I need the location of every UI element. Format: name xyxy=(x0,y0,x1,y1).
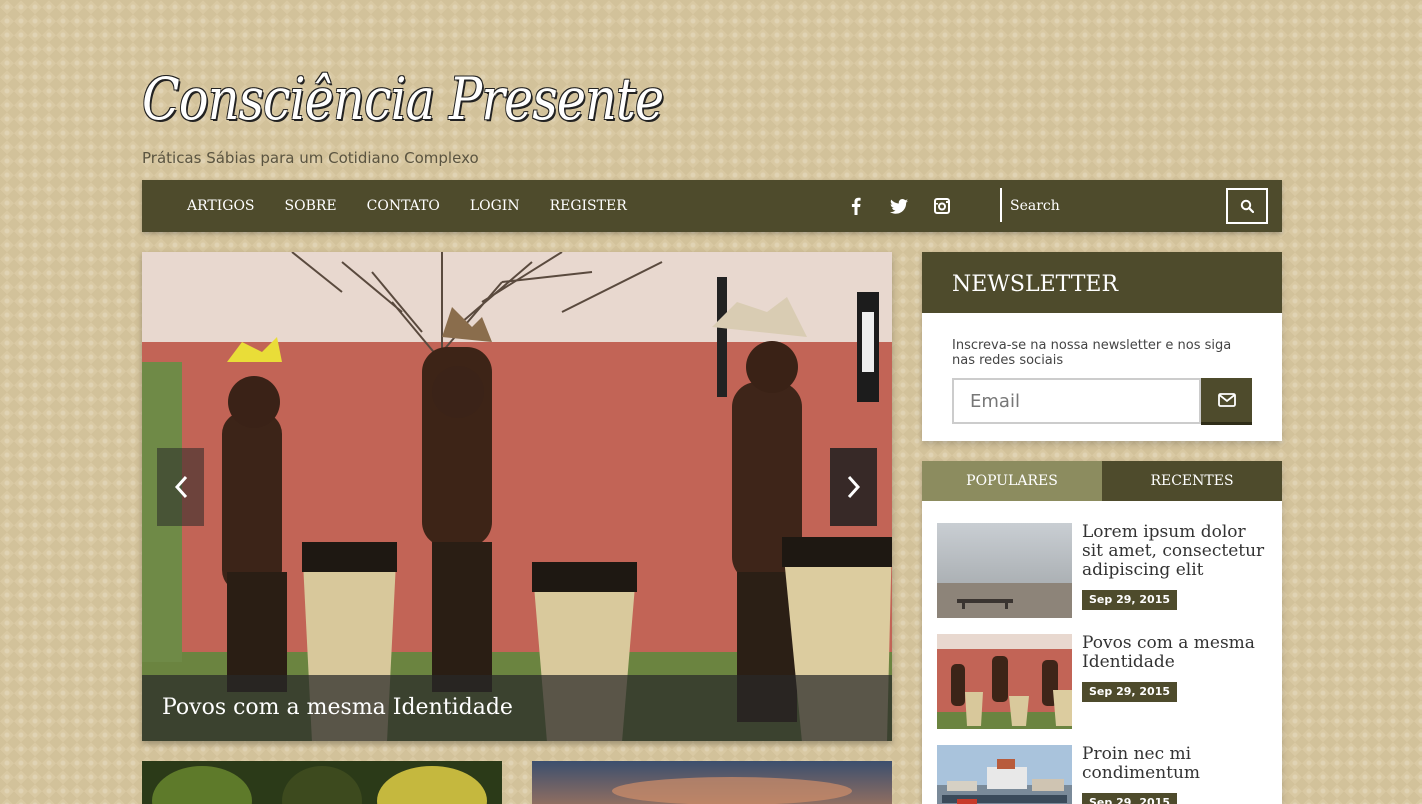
newsletter-heading: NEWSLETTER xyxy=(922,252,1282,313)
facebook-icon[interactable] xyxy=(845,195,867,217)
sidebar: NEWSLETTER Inscreva-se na nossa newslett… xyxy=(922,252,1282,804)
envelope-icon xyxy=(1217,393,1236,407)
hero-image xyxy=(142,252,892,741)
nav-artigos[interactable]: ARTIGOS xyxy=(187,198,255,214)
nav-login[interactable]: LOGIN xyxy=(470,198,520,214)
post-thumbnail-3[interactable] xyxy=(937,745,1072,804)
main-navbar: ARTIGOS SOBRE CONTATO LOGIN REGISTER xyxy=(142,180,1282,232)
post-list: Lorem ipsum dolor sit amet, consectetur … xyxy=(922,501,1282,804)
subscribe-button[interactable] xyxy=(1201,378,1252,425)
article-thumb-2[interactable] xyxy=(532,761,892,804)
search-icon xyxy=(1240,199,1254,213)
nav-register[interactable]: REGISTER xyxy=(550,198,627,214)
site-tagline: Práticas Sábias para um Cotidiano Comple… xyxy=(142,149,479,167)
posts-tabs-widget: POPULARES RECENTES Lorem ipsum dolor sit… xyxy=(922,461,1282,804)
list-item: Povos com a mesma Identidade Sep 29, 201… xyxy=(937,634,1267,729)
newsletter-form xyxy=(952,378,1252,425)
twitter-icon[interactable] xyxy=(888,195,910,217)
newsletter-widget: NEWSLETTER Inscreva-se na nossa newslett… xyxy=(922,252,1282,441)
hero-caption[interactable]: Povos com a mesma Identidade xyxy=(142,675,892,741)
article-image-2 xyxy=(532,761,892,804)
chevron-left-icon xyxy=(174,475,187,499)
hero-slider[interactable]: Povos com a mesma Identidade xyxy=(142,252,892,741)
post-thumbnail-1[interactable] xyxy=(937,523,1072,618)
post-date: Sep 29, 2015 xyxy=(1082,793,1178,804)
nav-contato[interactable]: CONTATO xyxy=(367,198,440,214)
slider-prev-button[interactable] xyxy=(157,448,204,526)
post-title[interactable]: Povos com a mesma Identidade xyxy=(1082,634,1267,672)
slider-next-button[interactable] xyxy=(830,448,877,526)
page-wrapper: Consciência Presente Práticas Sábias par… xyxy=(142,0,1282,804)
post-date: Sep 29, 2015 xyxy=(1082,590,1178,610)
list-item: Lorem ipsum dolor sit amet, consectetur … xyxy=(937,523,1267,618)
site-logo[interactable]: Consciência Presente xyxy=(142,58,664,140)
article-image-1 xyxy=(142,761,502,804)
tab-recentes[interactable]: RECENTES xyxy=(1102,461,1282,501)
email-field[interactable] xyxy=(952,378,1201,424)
post-title[interactable]: Proin nec mi condimentum xyxy=(1082,745,1267,783)
instagram-icon[interactable] xyxy=(931,195,953,217)
list-item: Proin nec mi condimentum Sep 29, 2015 xyxy=(937,745,1267,804)
post-thumbnail-2[interactable] xyxy=(937,634,1072,729)
tab-bar: POPULARES RECENTES xyxy=(922,461,1282,501)
newsletter-text: Inscreva-se na nossa newsletter e nos si… xyxy=(952,338,1232,368)
chevron-right-icon xyxy=(847,475,860,499)
search-button[interactable] xyxy=(1226,188,1268,224)
nav-menu: ARTIGOS SOBRE CONTATO LOGIN REGISTER xyxy=(187,180,657,232)
nav-divider xyxy=(1000,188,1002,222)
nav-sobre[interactable]: SOBRE xyxy=(285,198,337,214)
post-title[interactable]: Lorem ipsum dolor sit amet, consectetur … xyxy=(1082,523,1267,580)
tab-populares[interactable]: POPULARES xyxy=(922,461,1102,501)
search-input[interactable] xyxy=(1010,188,1220,224)
post-date: Sep 29, 2015 xyxy=(1082,682,1178,702)
social-links xyxy=(845,180,974,232)
article-thumb-1[interactable] xyxy=(142,761,502,804)
